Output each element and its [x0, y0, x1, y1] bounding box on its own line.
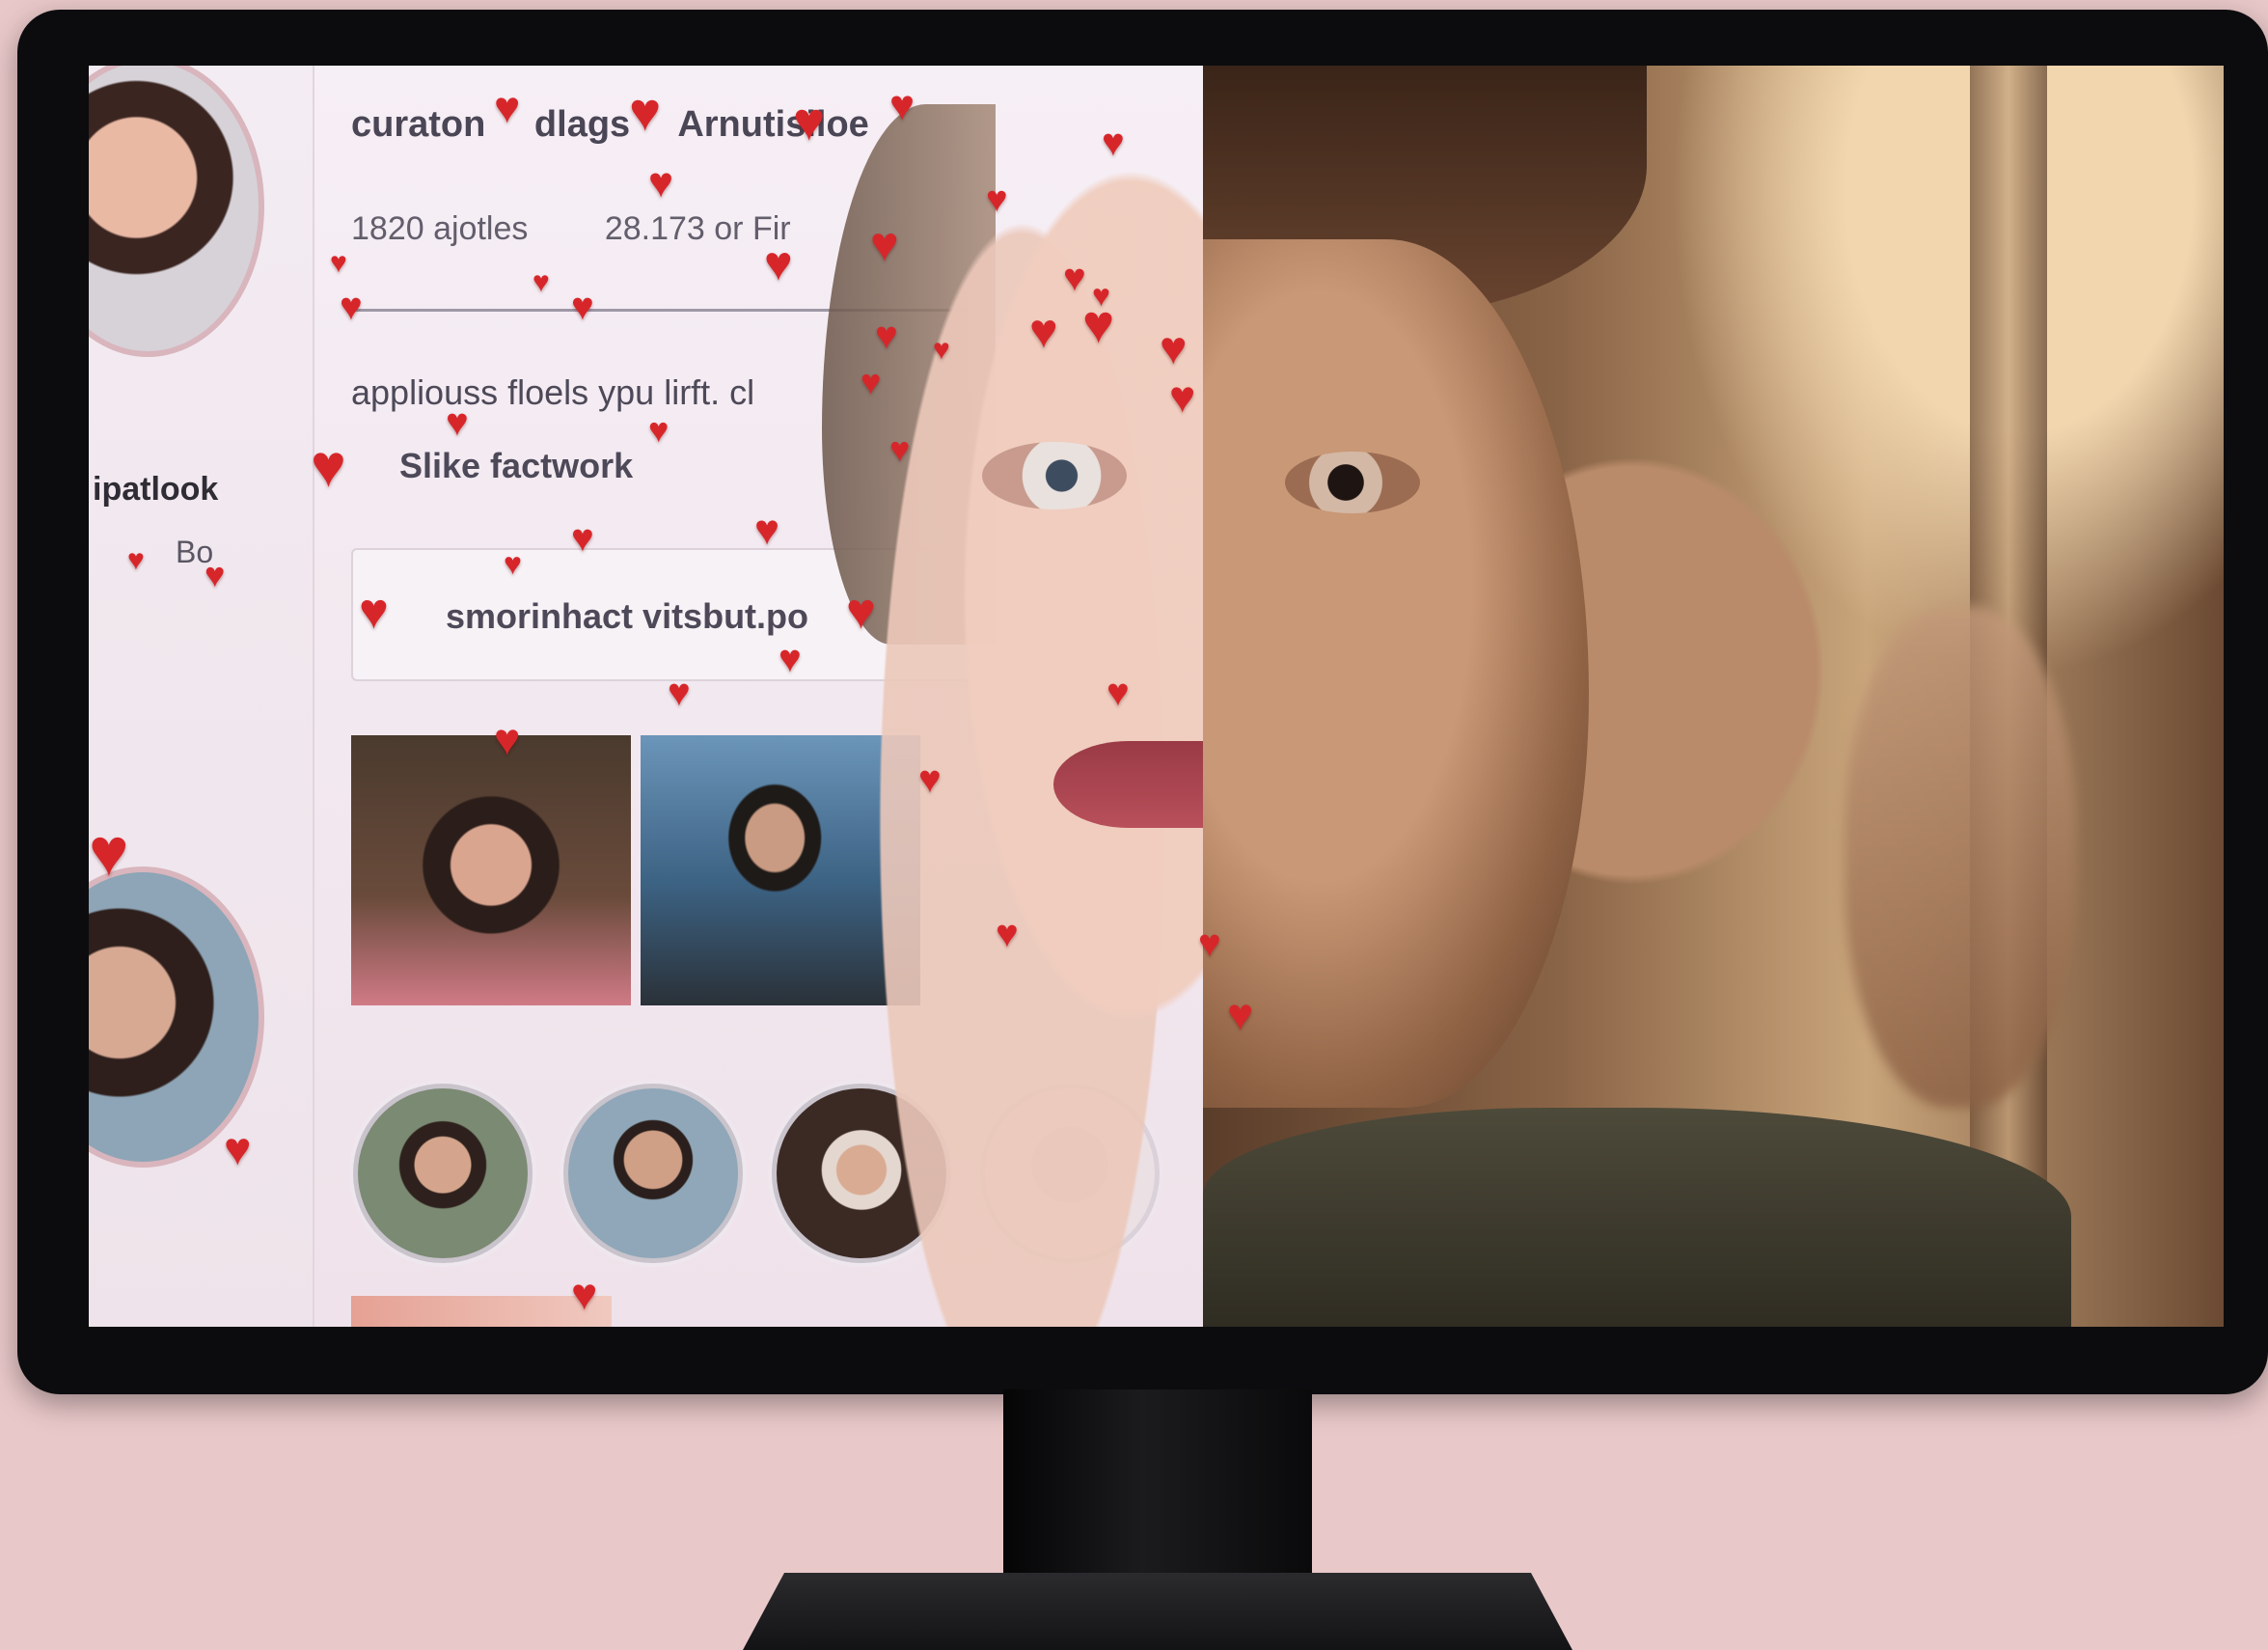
heart-icon: ♥: [504, 546, 522, 581]
search-field-text: smorinhact vitsbut.po: [446, 596, 809, 636]
heart-icon: ♥: [629, 81, 662, 142]
heart-icon: ♥: [127, 544, 145, 576]
heart-icon: ♥: [571, 286, 594, 328]
heart-icon: ♥: [89, 814, 129, 890]
app-ui: ipatlook Bo curaton dlags Arnutisiloe 18…: [89, 66, 1203, 1327]
heart-icon: ♥: [494, 714, 521, 764]
heart-icon: ♥: [754, 507, 780, 554]
heart-icon: ♥: [870, 217, 899, 271]
stat-secondary: 28.173 or Fir: [604, 210, 791, 247]
heart-icon: ♥: [933, 334, 950, 366]
heart-icon: ♥: [224, 1124, 252, 1175]
monitor-stand-neck: [1003, 1389, 1312, 1582]
heart-icon: ♥: [340, 286, 363, 328]
tab-dlags[interactable]: dlags: [534, 104, 630, 145]
heart-icon: ♥: [494, 82, 521, 132]
heart-icon: ♥: [1107, 672, 1130, 714]
heart-icon: ♥: [986, 179, 1008, 220]
heart-icon: ♥: [446, 401, 469, 444]
heart-icon: ♥: [571, 1269, 598, 1319]
heart-icon: ♥: [533, 266, 550, 298]
story-avatar[interactable]: [353, 1084, 533, 1263]
heart-icon: ♥: [779, 638, 802, 680]
story-avatar[interactable]: [563, 1084, 743, 1263]
heart-icon: ♥: [889, 429, 911, 469]
heart-icon: ♥: [330, 247, 347, 279]
heart-icon: ♥: [1082, 293, 1115, 354]
sidebar-profile-name: ipatlook: [93, 471, 219, 508]
heart-icon: ♥: [1063, 257, 1086, 299]
background-person: [1844, 606, 2076, 1108]
heart-icon: ♥: [1169, 371, 1196, 422]
heart-icon: ♥: [861, 362, 882, 401]
heart-icon: ♥: [1160, 323, 1188, 374]
tab-curaton[interactable]: curaton: [351, 104, 485, 145]
heart-icon: ♥: [846, 584, 876, 640]
heart-icon: ♥: [1198, 922, 1221, 965]
heart-icon: ♥: [648, 410, 669, 450]
heart-icon: ♥: [764, 236, 793, 290]
heart-icon: ♥: [1227, 989, 1254, 1039]
face-eye-left: [982, 442, 1127, 509]
stat-count: 1820 ajotles: [351, 210, 529, 247]
action-link[interactable]: Slike factwork: [399, 446, 633, 486]
portrait-eye: [1285, 452, 1420, 513]
photo-tile[interactable]: [351, 735, 631, 1005]
face-lips-left: [1053, 741, 1203, 828]
screen: ipatlook Bo curaton dlags Arnutisiloe 18…: [89, 66, 2224, 1327]
portrait-shirt: [1203, 1108, 2071, 1327]
heart-icon: ♥: [996, 913, 1019, 955]
heart-icon: ♥: [793, 91, 826, 151]
heart-icon: ♥: [359, 584, 389, 640]
heart-icon: ♥: [205, 555, 226, 594]
heart-icon: ♥: [889, 82, 915, 129]
heart-icon: ♥: [668, 672, 691, 714]
profile-description: appliouss floels ypu lirft. cl: [351, 372, 755, 412]
heart-icon: ♥: [648, 159, 674, 206]
heart-icon: ♥: [571, 517, 594, 560]
heart-icon: ♥: [311, 433, 346, 500]
heart-icon: ♥: [918, 758, 942, 801]
heart-icon: ♥: [1029, 304, 1058, 358]
heart-icon: ♥: [875, 315, 898, 357]
monitor-stand-base: [743, 1573, 1572, 1650]
heart-icon: ♥: [1102, 122, 1125, 164]
